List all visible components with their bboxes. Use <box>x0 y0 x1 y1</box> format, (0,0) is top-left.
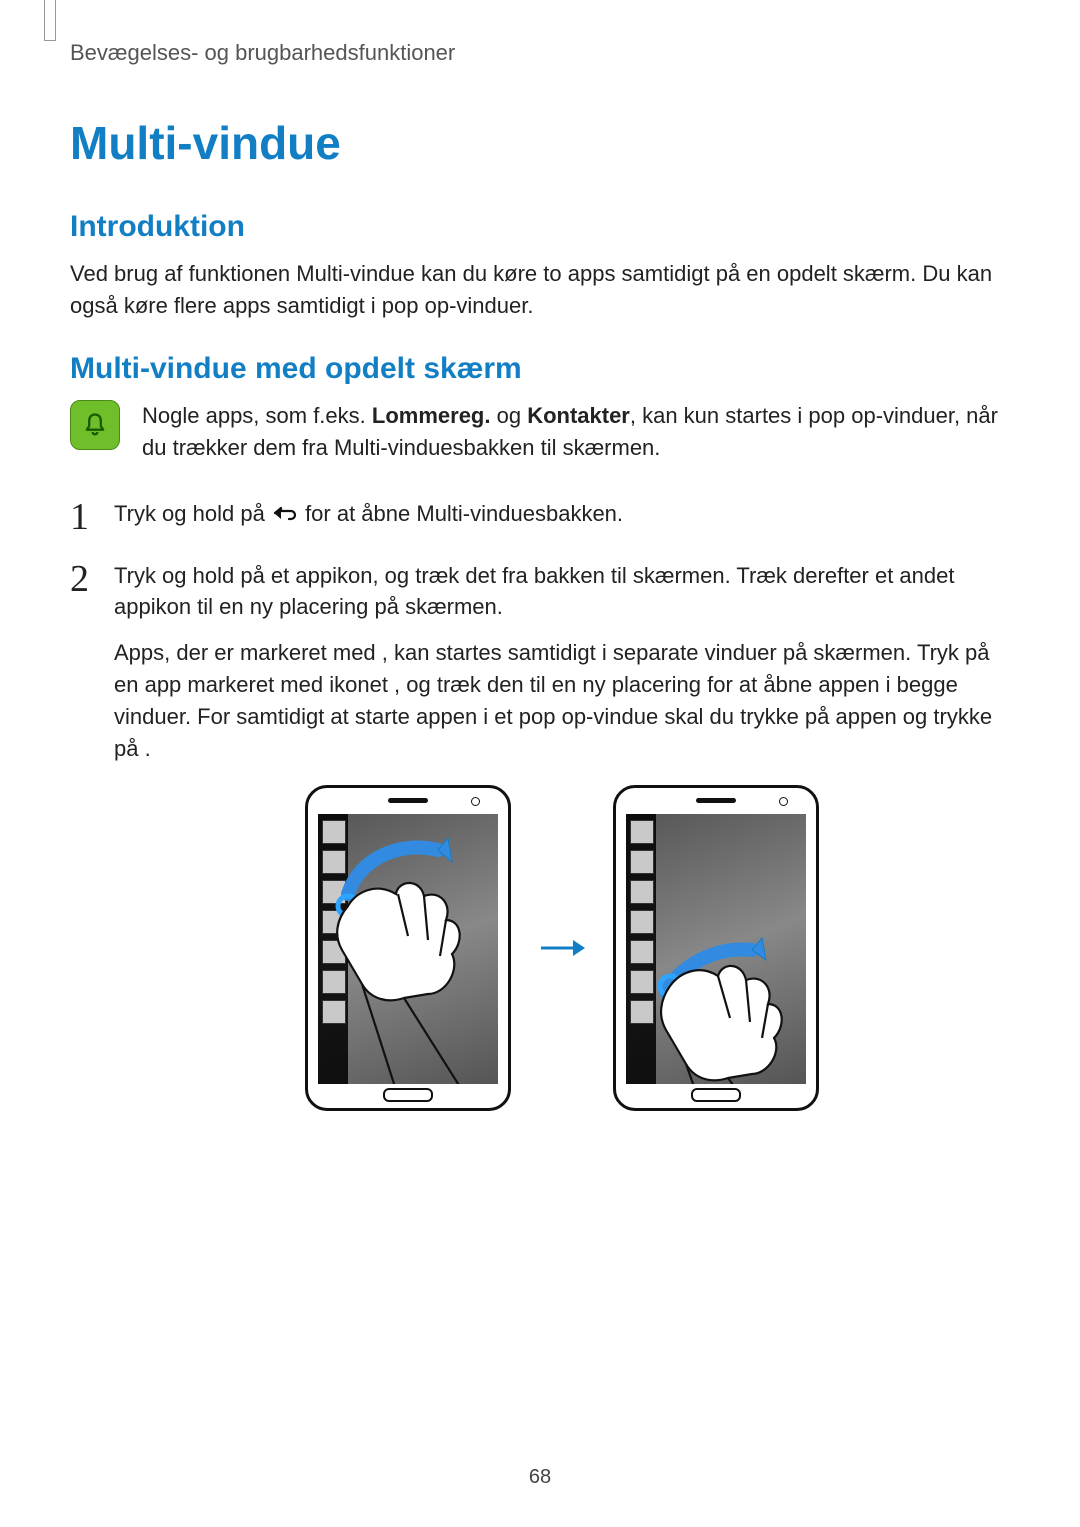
page-number: 68 <box>529 1466 551 1489</box>
note-text: Nogle apps, som f.eks. Lommereg. og Kont… <box>142 400 1010 464</box>
step-2-body: Tryk og hold på et appikon, og træk det … <box>114 560 1010 1111</box>
figure-phone-left <box>305 785 511 1111</box>
back-icon <box>271 503 299 523</box>
arrow-right-icon <box>539 936 585 960</box>
step-1-text-post: for at åbne Multi-vinduesbakken. <box>305 501 623 526</box>
step-1-body: Tryk og hold på for at åbne Multi-vindue… <box>114 498 1010 530</box>
bell-icon <box>81 411 109 439</box>
note-icon <box>70 400 120 450</box>
step-1-text-pre: Tryk og hold på <box>114 501 271 526</box>
hand-gesture-icon <box>640 956 806 1084</box>
step-2-paragraph-2: Apps, der er markeret med , kan startes … <box>114 637 1010 765</box>
step-2-paragraph-1: Tryk og hold på et appikon, og træk det … <box>114 560 1010 624</box>
page-title: Multi-vindue <box>70 116 1010 170</box>
note-text-mid: og <box>490 403 527 428</box>
tray-app-icon <box>630 820 654 844</box>
section-heading-intro: Introduktion <box>70 210 1010 244</box>
phone-screen <box>318 814 498 1084</box>
phone-camera-icon <box>471 797 480 806</box>
step-1: Tryk og hold på for at åbne Multi-vindue… <box>70 498 1010 536</box>
hand-gesture-icon <box>318 870 498 1084</box>
note-bold-2: Kontakter <box>527 403 630 428</box>
tray-app-icon <box>630 910 654 934</box>
note-text-pre: Nogle apps, som f.eks. <box>142 403 372 428</box>
manual-page: Bevægelses- og brugbarhedsfunktioner Mul… <box>0 0 1080 1527</box>
note-callout: Nogle apps, som f.eks. Lommereg. og Kont… <box>70 400 1010 464</box>
section-heading-split: Multi-vindue med opdelt skærm <box>70 352 1010 386</box>
page-tab-decoration <box>44 0 56 41</box>
note-bold-1: Lommereg. <box>372 403 491 428</box>
tray-app-icon <box>630 850 654 874</box>
figure-phone-right <box>613 785 819 1111</box>
intro-paragraph: Ved brug af funktionen Multi-vindue kan … <box>70 258 1010 322</box>
phone-speaker-icon <box>696 798 736 803</box>
breadcrumb: Bevægelses- og brugbarhedsfunktioner <box>70 40 1010 66</box>
phone-screen <box>626 814 806 1084</box>
figure-row <box>114 785 1010 1111</box>
phone-speaker-icon <box>388 798 428 803</box>
steps-list: Tryk og hold på for at åbne Multi-vindue… <box>70 498 1010 1111</box>
phone-home-button-icon <box>691 1088 741 1102</box>
phone-home-button-icon <box>383 1088 433 1102</box>
phone-camera-icon <box>779 797 788 806</box>
tray-app-icon <box>630 880 654 904</box>
step-2: Tryk og hold på et appikon, og træk det … <box>70 560 1010 1111</box>
